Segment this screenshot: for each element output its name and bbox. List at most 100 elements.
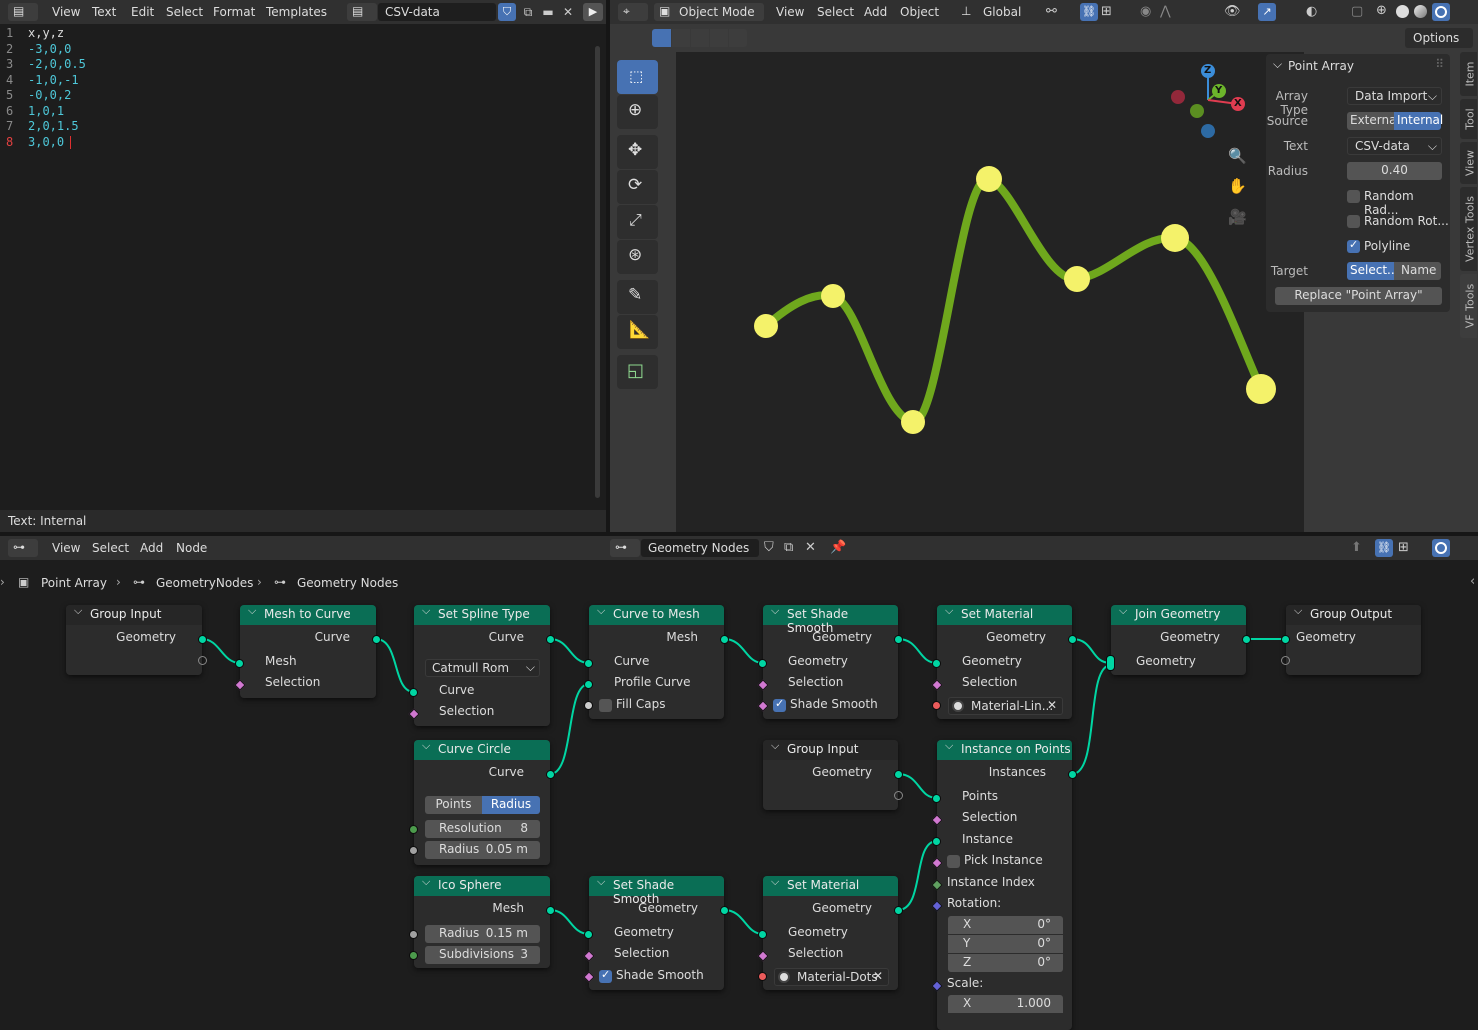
socket-curve-out[interactable] [546, 770, 555, 779]
rendered-shading-icon[interactable] [1432, 3, 1450, 21]
node-header[interactable]: Set Shade Smooth [763, 604, 898, 635]
socket-geometry-out[interactable] [720, 906, 729, 915]
node-header[interactable]: Curve to Mesh [589, 604, 724, 625]
socket-profile-in[interactable] [584, 680, 593, 689]
node-instance-on-points[interactable]: Instance on Points Instances Points Sele… [931, 739, 1077, 1030]
menu-templates[interactable]: Templates [266, 5, 327, 19]
shade-smooth-checkbox[interactable] [773, 697, 786, 712]
target-select-option[interactable]: Select... [1347, 262, 1398, 280]
rotation-z-field[interactable]: Z 0° [948, 954, 1063, 972]
menu-select[interactable]: Select [166, 5, 203, 19]
socket-radius-in[interactable] [409, 846, 418, 855]
gizmo-neg-z[interactable] [1201, 124, 1215, 138]
editor-type-button[interactable]: ▤ [8, 3, 38, 21]
node-curve-circle[interactable]: Curve Circle Curve Points Radius Resolut… [409, 739, 555, 865]
point-sphere[interactable] [1246, 374, 1276, 404]
socket-geometry-out[interactable] [894, 770, 903, 779]
wireframe-shading-icon[interactable]: ⊕ [1376, 3, 1387, 18]
source-external-option[interactable]: External [1347, 112, 1400, 130]
node-snap-mode-icon[interactable]: ⊞ [1398, 540, 1409, 555]
run-script-button[interactable]: ▶ [583, 3, 603, 21]
text-area[interactable]: 1 x,y,z 2 -3,0,0 3 -2,0,0.5 4 -1,0,-1 5 -0,0,… [0, 24, 606, 510]
duplicate-icon[interactable]: ⧉ [519, 3, 537, 21]
node-header[interactable]: Set Material [937, 604, 1072, 625]
ne-menu-select[interactable]: Select [92, 541, 129, 555]
pan-hand-icon[interactable]: ✋ [1228, 177, 1247, 195]
radius-field[interactable]: Radius 0.05 m [425, 841, 540, 859]
close-icon[interactable]: ✕ [559, 3, 577, 21]
node-curve-to-mesh[interactable]: Curve to Mesh Mesh Curve Profile Curve F… [584, 604, 729, 719]
point-sphere[interactable] [821, 284, 845, 308]
node-ico-sphere[interactable]: Ico Sphere Mesh Radius0.15 m Subdivision… [409, 875, 555, 968]
node-header[interactable]: Instance on Points [937, 739, 1072, 760]
socket-geometry-out[interactable] [1242, 635, 1251, 644]
radius-field[interactable]: Radius 0.15 m [425, 925, 540, 943]
shade-smooth-checkbox[interactable] [599, 968, 612, 983]
point-sphere[interactable] [976, 166, 1002, 192]
node-set-shade-smooth[interactable]: Set Shade Smooth Geometry Geometry Selec… [583, 875, 729, 990]
socket-fill-caps-in[interactable] [584, 701, 593, 710]
socket-empty-out[interactable] [894, 791, 903, 800]
socket-mesh-out[interactable] [546, 906, 555, 915]
random-rotation-checkbox[interactable] [1347, 215, 1360, 228]
polyline-checkbox[interactable] [1347, 238, 1360, 253]
overlay-icon[interactable]: ◐ [1306, 4, 1317, 19]
socket-instances-out[interactable] [1068, 770, 1077, 779]
node-join-geometry[interactable]: Join Geometry Geometry Geometry [1106, 604, 1251, 675]
material-selector[interactable]: Material-Dots ✕ [774, 968, 889, 986]
socket-curve-out[interactable] [546, 635, 555, 644]
solid-shading-icon[interactable] [1396, 5, 1409, 18]
tab-view[interactable]: View [1460, 142, 1477, 184]
node-header[interactable]: Group Output [1286, 604, 1421, 625]
object-mode-dropdown[interactable]: ▣ Object Mode [654, 3, 764, 21]
socket-curve-in[interactable] [584, 659, 593, 668]
node-editor-type[interactable]: ⊶ [8, 539, 38, 557]
text-browse-button[interactable]: ▤ [347, 3, 377, 21]
pivot-icon[interactable]: ⚯ [1046, 4, 1057, 19]
mode-points-option[interactable]: Points [425, 796, 482, 814]
source-internal-option[interactable]: Internal [1394, 112, 1443, 130]
node-header[interactable]: Set Spline Type [414, 604, 550, 625]
point-sphere[interactable] [1161, 224, 1189, 252]
socket-mesh-out[interactable] [720, 635, 729, 644]
socket-geometry-in[interactable] [758, 659, 767, 668]
falloff-icon[interactable]: ⋀ [1160, 4, 1171, 19]
clear-material-icon[interactable]: ✕ [1047, 698, 1057, 712]
drag-handle-icon[interactable]: ⠿ [1435, 57, 1444, 71]
node-fake-user-icon[interactable]: ⛉ [764, 540, 774, 555]
socket-geometry-in[interactable] [932, 659, 941, 668]
point-sphere[interactable] [1064, 266, 1090, 292]
socket-geometry-multi-in[interactable] [1106, 655, 1115, 671]
point-sphere[interactable] [754, 314, 778, 338]
clear-material-icon[interactable]: ✕ [873, 969, 883, 983]
xray-icon[interactable]: ▢ [1351, 4, 1363, 19]
panel-title[interactable]: Point Array [1288, 59, 1354, 73]
socket-geometry-out[interactable] [894, 635, 903, 644]
zoom-icon[interactable]: 🔍 [1228, 147, 1247, 165]
menu-format[interactable]: Format [213, 5, 255, 19]
gizmo-neg-y[interactable] [1190, 104, 1204, 118]
node-header[interactable]: Set Material [763, 875, 898, 896]
text-dropdown[interactable]: CSV-data ⌵ [1347, 137, 1442, 155]
socket-geometry-out[interactable] [1068, 635, 1077, 644]
material-shading-icon[interactable] [1414, 5, 1427, 18]
node-mesh-to-curve[interactable]: Mesh to Curve Curve Mesh Selection [234, 604, 381, 698]
rotation-y-field[interactable]: Y 0° [948, 935, 1063, 953]
socket-geometry-out[interactable] [198, 635, 207, 644]
node-overlay-icon[interactable] [1432, 539, 1450, 557]
socket-curve-out[interactable] [372, 635, 381, 644]
node-header[interactable]: Join Geometry [1111, 604, 1246, 625]
socket-empty-in[interactable] [1281, 656, 1290, 665]
socket-geometry-in[interactable] [1281, 635, 1290, 644]
point-sphere[interactable] [901, 410, 925, 434]
node-header[interactable]: Mesh to Curve [240, 604, 376, 625]
breadcrumb-tree[interactable]: Geometry Nodes [297, 576, 398, 590]
socket-empty-out[interactable] [198, 656, 207, 665]
gizmo-neg-x[interactable] [1171, 90, 1185, 104]
fill-caps-checkbox[interactable] [599, 699, 612, 712]
resolution-field[interactable]: Resolution 8 [425, 820, 540, 838]
ne-menu-add[interactable]: Add [140, 541, 163, 555]
socket-resolution-in[interactable] [409, 825, 418, 834]
target-name-option[interactable]: Name [1394, 262, 1441, 280]
array-type-dropdown[interactable]: Data Import ... ⌵ [1347, 87, 1442, 117]
